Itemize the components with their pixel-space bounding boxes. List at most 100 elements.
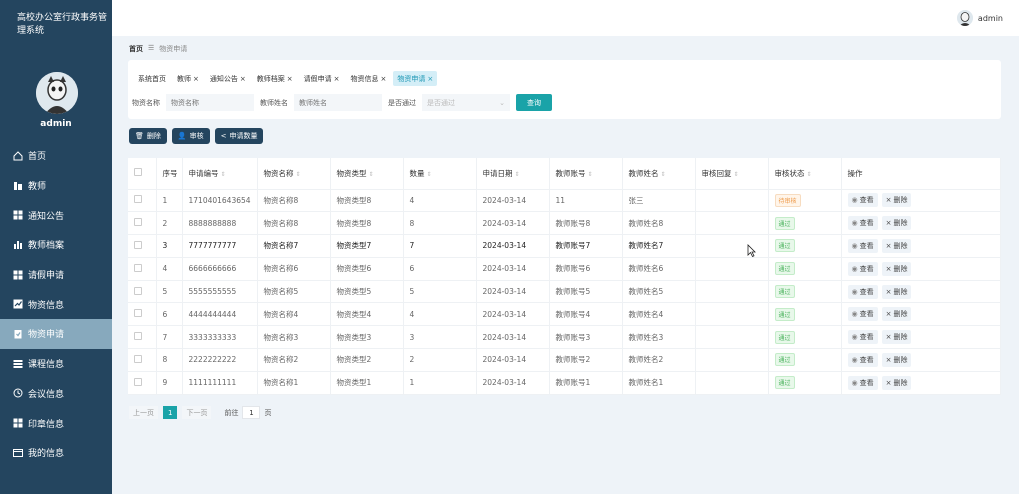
close-icon[interactable]: × (381, 75, 387, 83)
tab-6[interactable]: 物资申请 × (393, 71, 438, 86)
sort-icon[interactable]: ⇕ (369, 171, 374, 178)
column-header[interactable]: 审核回复 ⇕ (695, 158, 769, 190)
view-button[interactable]: ◉ 查看 (847, 352, 878, 367)
view-button[interactable]: ◉ 查看 (847, 238, 878, 253)
count-button[interactable]: < 申请数量 (214, 128, 264, 144)
table-row[interactable]: 9 1111111111 物资名称1 物资类型1 1 2024-03-14 教师账号1 教师姓… (128, 371, 1001, 395)
table-row[interactable]: 4 6666666666 物资名称6 物资类型6 6 2024-03-14 教师账号6 教师姓… (128, 257, 1001, 281)
sort-icon[interactable]: ⇕ (661, 171, 666, 178)
close-icon[interactable]: × (193, 75, 199, 83)
close-icon[interactable]: × (240, 75, 246, 83)
prev-page-button[interactable]: 上一页 (129, 406, 158, 419)
row-checkbox[interactable] (134, 195, 142, 204)
column-header[interactable]: 数量 ⇕ (403, 158, 477, 190)
row-checkbox[interactable] (134, 309, 142, 318)
view-button[interactable]: ◉ 查看 (847, 375, 878, 390)
row-delete-button[interactable]: × 删除 (881, 216, 912, 231)
sort-icon[interactable]: ⇕ (807, 171, 812, 178)
row-checkbox[interactable] (134, 218, 142, 227)
table-row[interactable]: 1 1710401643654 物资名称8 物资类型8 4 2024-03-14 11 张三 待… (128, 189, 1001, 213)
cell-teacher: 教师姓名3 (622, 325, 696, 350)
column-header[interactable]: 审核状态 ⇕ (768, 158, 842, 190)
row-checkbox[interactable] (134, 263, 142, 272)
sort-icon[interactable]: ⇕ (515, 171, 520, 178)
review-button[interactable]: 👤 审核 (171, 128, 210, 144)
top-avatar[interactable] (956, 10, 973, 26)
row-checkbox[interactable] (134, 286, 142, 295)
row-checkbox[interactable] (134, 240, 142, 249)
page-1-button[interactable]: 1 (163, 406, 178, 419)
column-header[interactable]: 教师姓名 ⇕ (622, 158, 696, 190)
sort-icon[interactable]: ⇕ (221, 171, 226, 178)
row-delete-button[interactable]: × 删除 (881, 284, 912, 299)
row-delete-button[interactable]: × 删除 (881, 261, 912, 276)
view-button[interactable]: ◉ 查看 (847, 261, 878, 276)
row-delete-button[interactable]: × 删除 (881, 193, 912, 208)
breadcrumb-home[interactable]: 首页 (129, 44, 143, 54)
avatar[interactable] (36, 72, 78, 114)
top-user-menu[interactable]: admin (956, 10, 1003, 26)
sidebar-item-10[interactable]: 我的信息 (0, 438, 112, 468)
tab-3[interactable]: 教师档案 × (253, 71, 297, 86)
column-header[interactable]: 申请日期 ⇕ (476, 158, 550, 190)
view-button[interactable]: ◉ 查看 (847, 307, 878, 322)
delete-button[interactable]: 🗑 删除 (129, 128, 167, 144)
sidebar-item-7[interactable]: 课程信息 (0, 349, 112, 379)
view-button[interactable]: ◉ 查看 (847, 284, 878, 299)
row-delete-button[interactable]: × 删除 (881, 375, 912, 390)
row-delete-label: 删除 (893, 310, 908, 319)
tab-5[interactable]: 物资信息 × (347, 71, 391, 86)
row-delete-button[interactable]: × 删除 (881, 307, 912, 322)
cell-no: 2 (156, 211, 183, 236)
row-checkbox[interactable] (134, 332, 142, 341)
close-icon: × (885, 378, 892, 387)
sort-icon[interactable]: ⇕ (296, 171, 301, 178)
row-delete-button[interactable]: × 删除 (881, 238, 912, 253)
close-icon[interactable]: × (334, 75, 340, 83)
sidebar-item-4[interactable]: 请假申请 (0, 260, 112, 290)
pass-select[interactable]: 是否通过 ⌄ (422, 94, 510, 111)
next-page-button[interactable]: 下一页 (182, 406, 212, 419)
cell-account: 教师账号8 (549, 211, 623, 236)
table-row[interactable]: 3 7777777777 物资名称7 物资类型7 7 2024-03-14 教师账号7 教师姓… (128, 234, 1001, 258)
view-button[interactable]: ◉ 查看 (847, 216, 878, 231)
tab-2[interactable]: 通知公告 × (206, 71, 250, 86)
sidebar-item-8[interactable]: 会议信息 (0, 379, 112, 409)
query-button[interactable]: 查询 (516, 94, 552, 111)
column-header[interactable]: 物资类型 ⇕ (330, 158, 404, 190)
column-header[interactable]: 教师账号 ⇕ (549, 158, 623, 190)
select-all-checkbox[interactable] (134, 168, 142, 177)
tab-0[interactable]: 系统首页 (134, 71, 170, 86)
tab-4[interactable]: 请假申请 × (300, 71, 344, 86)
sidebar-item-5[interactable]: 物资信息 (0, 289, 112, 319)
tab-1[interactable]: 教师 × (173, 71, 203, 86)
row-delete-button[interactable]: × 删除 (881, 352, 912, 367)
table-row[interactable]: 6 4444444444 物资名称4 物资类型4 4 2024-03-14 教师账号4 教师姓… (128, 302, 1001, 327)
row-delete-button[interactable]: × 删除 (881, 330, 912, 345)
table-row[interactable]: 5 5555555555 物资名称5 物资类型5 5 2024-03-14 教师账号5 教师姓… (128, 280, 1001, 304)
sidebar-item-0[interactable]: 首页 (0, 141, 112, 171)
goto-input[interactable]: 1 (242, 406, 261, 419)
table-row[interactable]: 7 3333333333 物资名称3 物资类型3 3 2024-03-14 教师账号3 教师姓… (128, 325, 1001, 350)
name-input[interactable] (166, 94, 254, 111)
column-header[interactable]: 物资名称 ⇕ (257, 158, 331, 190)
view-button[interactable]: ◉ 查看 (847, 193, 878, 208)
close-icon[interactable]: × (427, 75, 433, 83)
sort-icon[interactable]: ⇕ (588, 171, 593, 178)
row-checkbox[interactable] (134, 354, 142, 363)
sidebar-item-3[interactable]: 教师档案 (0, 230, 112, 260)
view-button[interactable]: ◉ 查看 (847, 330, 878, 345)
teacher-input[interactable] (294, 94, 382, 111)
column-header[interactable]: 申请编号 ⇕ (182, 158, 258, 190)
sort-icon[interactable]: ⇕ (734, 171, 739, 178)
sidebar-item-2[interactable]: 通知公告 (0, 200, 112, 230)
table-row[interactable]: 8 2222222222 物资名称2 物资类型2 2 2024-03-14 教师账号2 教师姓… (128, 348, 1001, 372)
close-icon[interactable]: × (287, 75, 293, 83)
table-row[interactable]: 2 8888888888 物资名称8 物资类型8 8 2024-03-14 教师账号8 教师姓… (128, 211, 1001, 236)
sidebar-item-9[interactable]: 印章信息 (0, 408, 112, 438)
sort-icon[interactable]: ⇕ (427, 171, 432, 178)
cell-teacher: 教师姓名7 (622, 234, 696, 258)
sidebar-item-1[interactable]: 教师 (0, 171, 112, 201)
row-checkbox[interactable] (134, 377, 142, 386)
sidebar-item-6[interactable]: 物资申请 (0, 319, 112, 349)
